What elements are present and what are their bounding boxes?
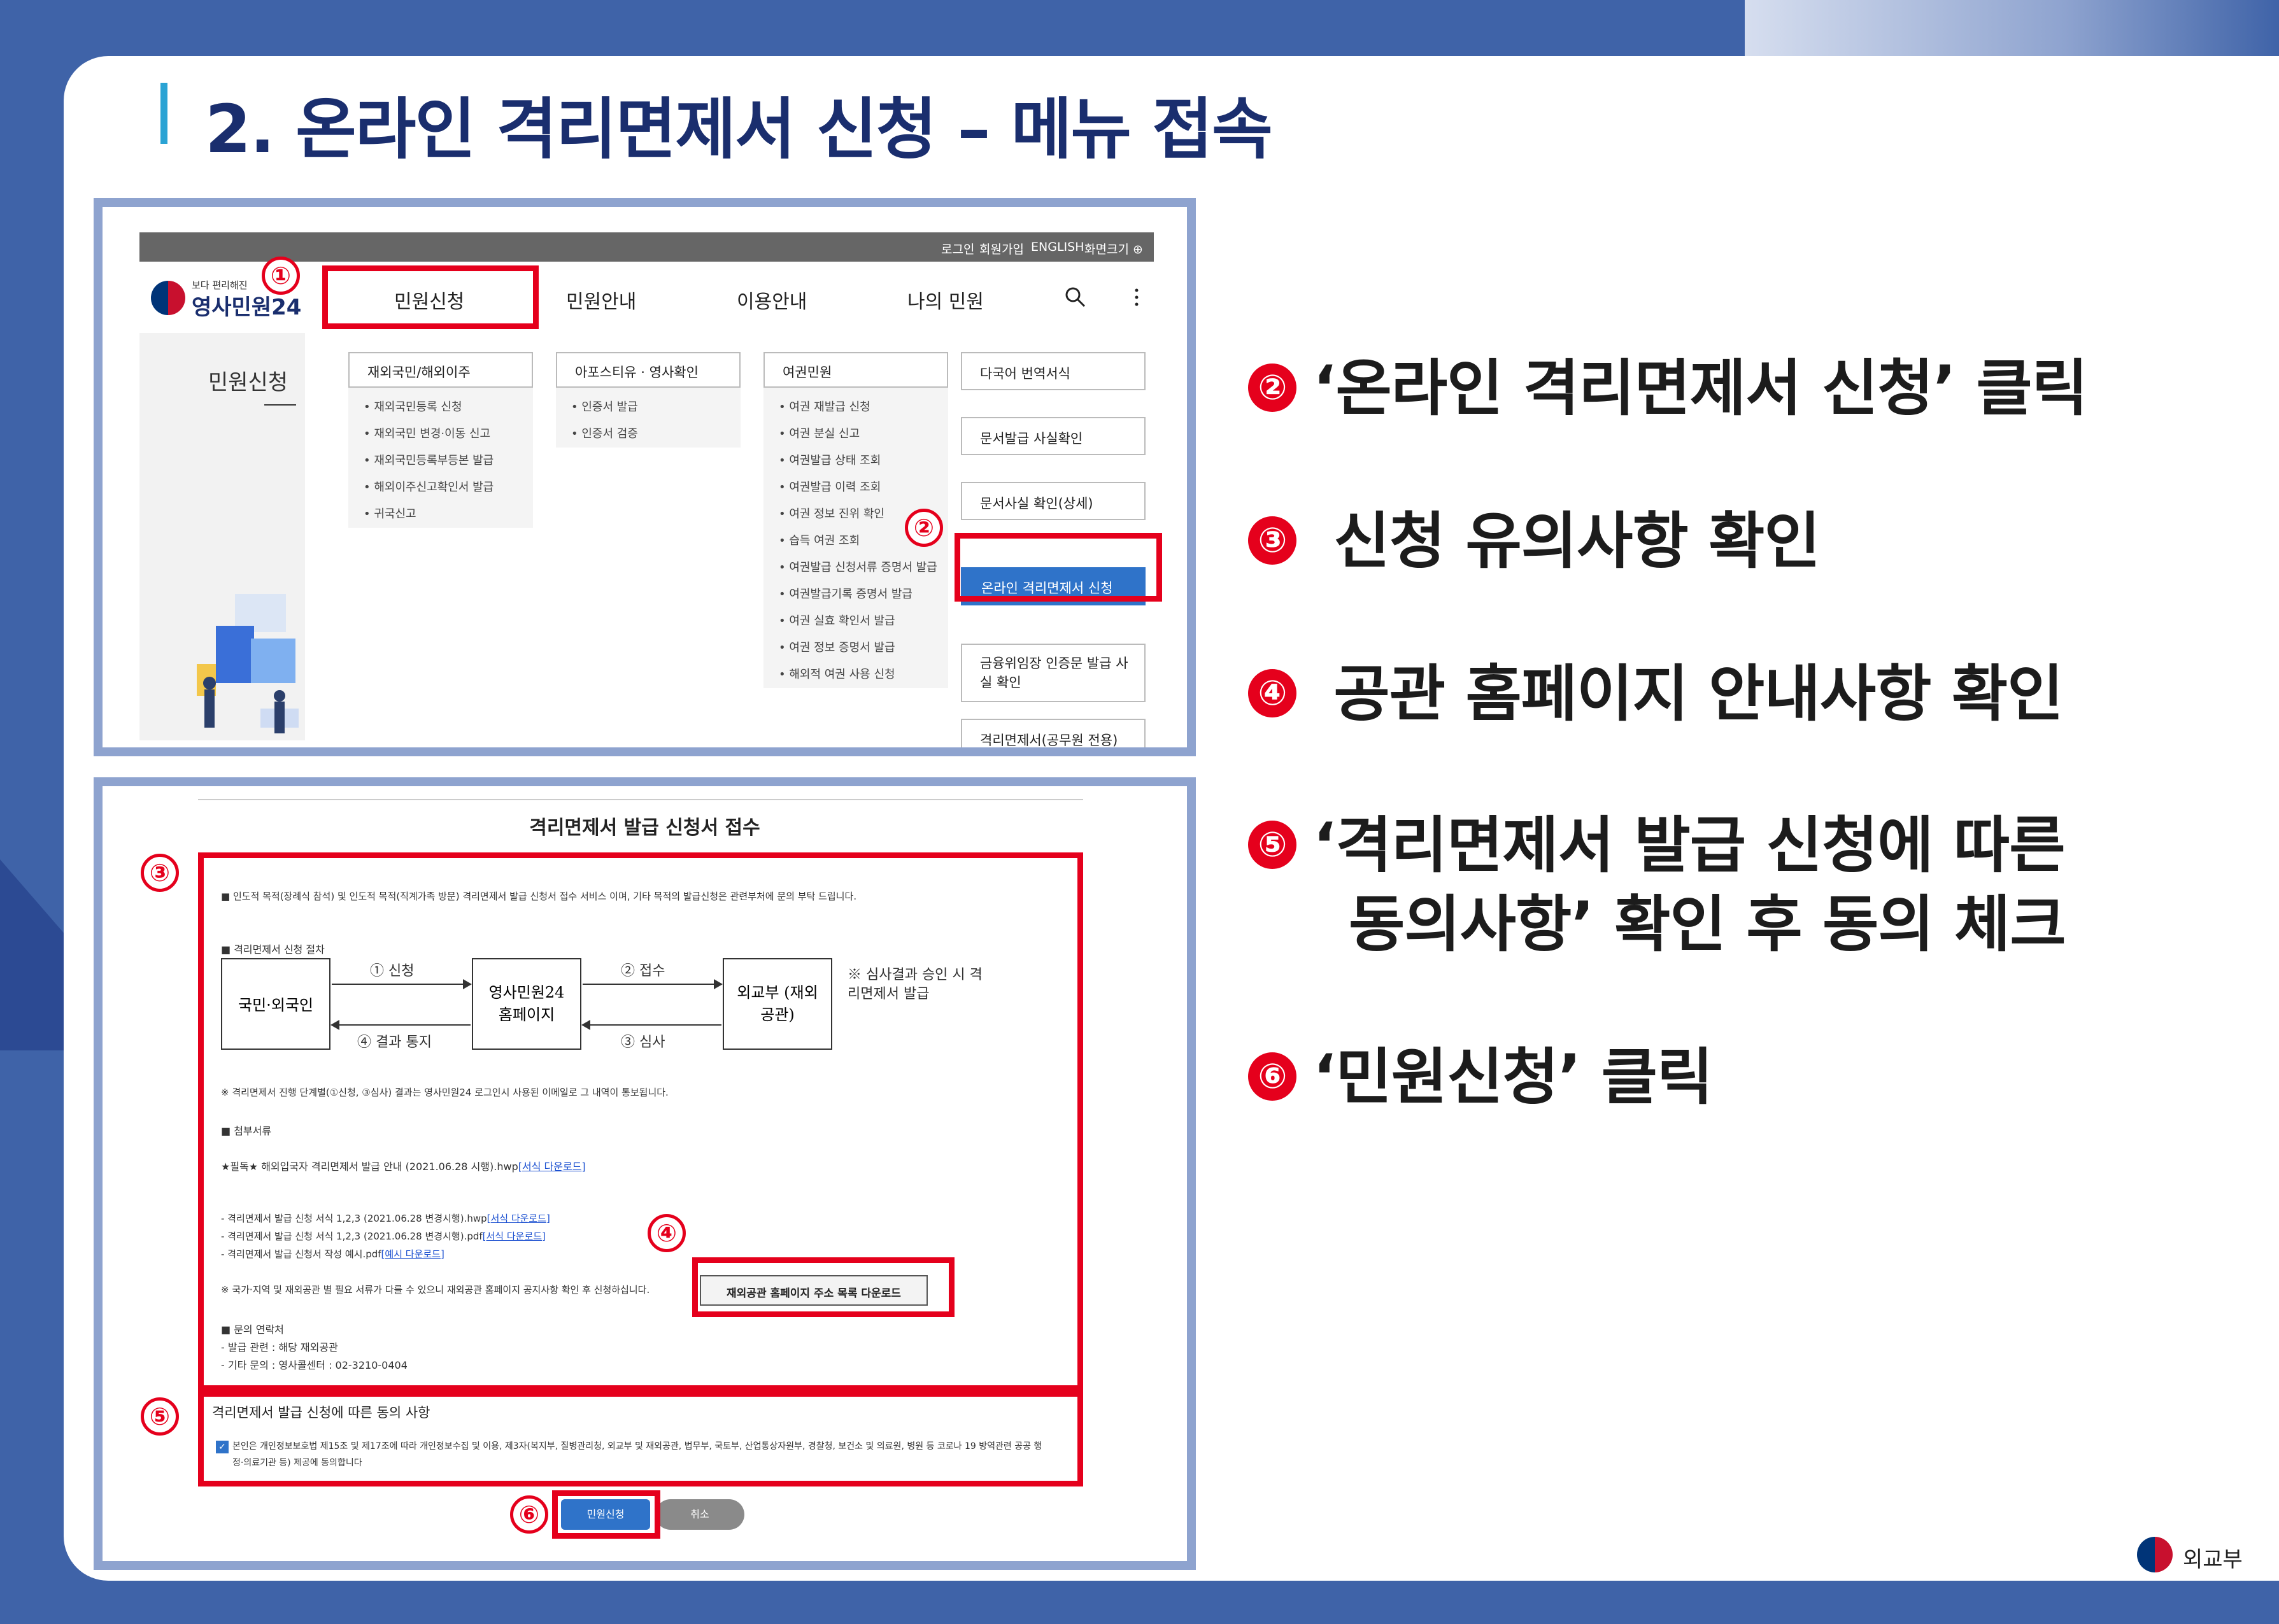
- menu-link[interactable]: 해외이주신고확인서 발급: [348, 474, 533, 501]
- menu-screenshot: 로그인 회원가입 ENGLISH 화면크기 ⊕ 보다 편리해진 영사민원24 민…: [94, 198, 1196, 756]
- english-link[interactable]: ENGLISH: [1031, 240, 1084, 254]
- col-head-passport[interactable]: 여권민원: [763, 352, 948, 388]
- cancel-button[interactable]: 취소: [655, 1499, 744, 1530]
- login-link[interactable]: 로그인: [941, 240, 974, 257]
- step-4: ④ 공관 홈페이지 안내사항 확인: [1248, 656, 2064, 732]
- menu-link[interactable]: 인증서 검증: [556, 421, 741, 448]
- marker-5: ⑤: [141, 1397, 179, 1436]
- highlight-box-1: [322, 265, 539, 329]
- menu-link[interactable]: 재외국민 변경·이동 신고: [348, 421, 533, 448]
- step-5-continued: 동의사항’ 확인 후 동의 체크: [1349, 889, 2066, 960]
- menu-left-column: 민원신청: [139, 333, 305, 740]
- font-size-link[interactable]: 화면크기 ⊕: [1084, 240, 1143, 257]
- menu-col-overseas: 재외국민/해외이주 재외국민등록 신청 재외국민 변경·이동 신고 재외국민등록…: [348, 352, 533, 528]
- menu-link[interactable]: 재외국민등록 신청: [348, 394, 533, 421]
- step-5-number: ⑤: [1248, 820, 1296, 869]
- translation-forms-button[interactable]: 다국어 번역서식: [961, 352, 1146, 390]
- menu-link[interactable]: 해외적 여권 사용 신청: [763, 661, 948, 688]
- form-top-line: [198, 799, 1083, 800]
- marker-4: ④: [648, 1214, 686, 1252]
- official-exemption-button[interactable]: 격리면제서(공무원 전용): [961, 719, 1146, 747]
- site-topbar: 로그인 회원가입 ENGLISH 화면크기 ⊕: [139, 232, 1154, 262]
- highlight-box-4: [692, 1257, 955, 1317]
- doc-verify-detail-button[interactable]: 문서사실 확인(상세): [961, 482, 1146, 520]
- step-2: ② ‘온라인 격리면제서 신청’ 클릭: [1248, 350, 2088, 427]
- menu-left-underline: [264, 404, 296, 406]
- highlight-box-2: [955, 533, 1162, 602]
- taegeuk-logo-icon: [151, 281, 185, 315]
- menu-link[interactable]: 여권 정보 증명서 발급: [763, 635, 948, 661]
- col-head-apostille[interactable]: 아포스티유 · 영사확인: [556, 352, 741, 388]
- step-4-text: 공관 홈페이지 안내사항 확인: [1313, 658, 2063, 730]
- menu-link[interactable]: 여권발급 신청서류 증명서 발급: [763, 554, 948, 581]
- signup-link[interactable]: 회원가입: [979, 240, 1024, 257]
- footer-org-name: 외교부: [2183, 1547, 2243, 1572]
- step-5: ⑤ ‘격리면제서 발급 신청에 따른: [1248, 807, 2066, 884]
- menu-link[interactable]: 인증서 발급: [556, 394, 741, 421]
- search-icon[interactable]: [1064, 286, 1087, 309]
- financial-proxy-button[interactable]: 금융위임장 인증문 발급 사실 확인: [961, 644, 1146, 702]
- slide-title: 2. 온라인 격리면제서 신청 – 메뉴 접속: [205, 90, 1273, 168]
- step-5-text: ‘격리면제서 발급 신청에 따른: [1313, 810, 2066, 881]
- more-menu-icon[interactable]: [1133, 287, 1140, 309]
- form-title: 격리면제서 발급 신청서 접수: [529, 817, 760, 839]
- highlight-box-6: [552, 1490, 660, 1539]
- nav-usage[interactable]: 이용안내: [737, 286, 807, 314]
- step-3-number: ③: [1248, 516, 1296, 565]
- people-illustration-icon: [197, 594, 299, 733]
- step-6-text: ‘민원신청’ 클릭: [1313, 1041, 1713, 1113]
- menu-link[interactable]: 여권발급 상태 조회: [763, 448, 948, 474]
- menu-col-apostille: 아포스티유 · 영사확인 인증서 발급 인증서 검증: [556, 352, 741, 448]
- step-3: ③ 신청 유의사항 확인: [1248, 503, 1821, 579]
- menu-link[interactable]: 여권 실효 확인서 발급: [763, 608, 948, 635]
- marker-6: ⑥: [510, 1495, 548, 1534]
- mofa-logo-icon: [2137, 1537, 2173, 1572]
- nav-my[interactable]: 나의 민원: [907, 286, 984, 314]
- menu-link[interactable]: 여권 재발급 신청: [763, 394, 948, 421]
- menu-left-title: 민원신청: [208, 370, 288, 395]
- marker-1: ①: [262, 257, 300, 295]
- step-3-text: 신청 유의사항 확인: [1313, 505, 1820, 577]
- menu-link[interactable]: 귀국신고: [348, 501, 533, 528]
- step-4-number: ④: [1248, 668, 1296, 717]
- marker-3: ③: [141, 854, 179, 892]
- marker-2: ②: [905, 509, 943, 547]
- step-2-number: ②: [1248, 363, 1296, 412]
- doc-verify-button[interactable]: 문서발급 사실확인: [961, 417, 1146, 455]
- nav-guide[interactable]: 민원안내: [566, 286, 636, 314]
- title-accent-bar: [160, 83, 167, 144]
- highlight-box-5: [198, 1391, 1083, 1486]
- col-head-overseas[interactable]: 재외국민/해외이주: [348, 352, 533, 388]
- menu-link[interactable]: 재외국민등록부등본 발급: [348, 448, 533, 474]
- menu-link[interactable]: 여권발급 이력 조회: [763, 474, 948, 501]
- form-screenshot: 격리면제서 발급 신청서 접수 ■ 인도적 목적(장례식 참석) 및 인도적 목…: [94, 777, 1196, 1570]
- step-6: ⑥ ‘민원신청’ 클릭: [1248, 1039, 1713, 1115]
- menu-link[interactable]: 여권 분실 신고: [763, 421, 948, 448]
- step-6-number: ⑥: [1248, 1052, 1296, 1101]
- menu-link[interactable]: 여권발급기록 증명서 발급: [763, 581, 948, 608]
- site-logo[interactable]: 영사민원24: [192, 290, 301, 321]
- step-2-text: ‘온라인 격리면제서 신청’ 클릭: [1313, 353, 2088, 424]
